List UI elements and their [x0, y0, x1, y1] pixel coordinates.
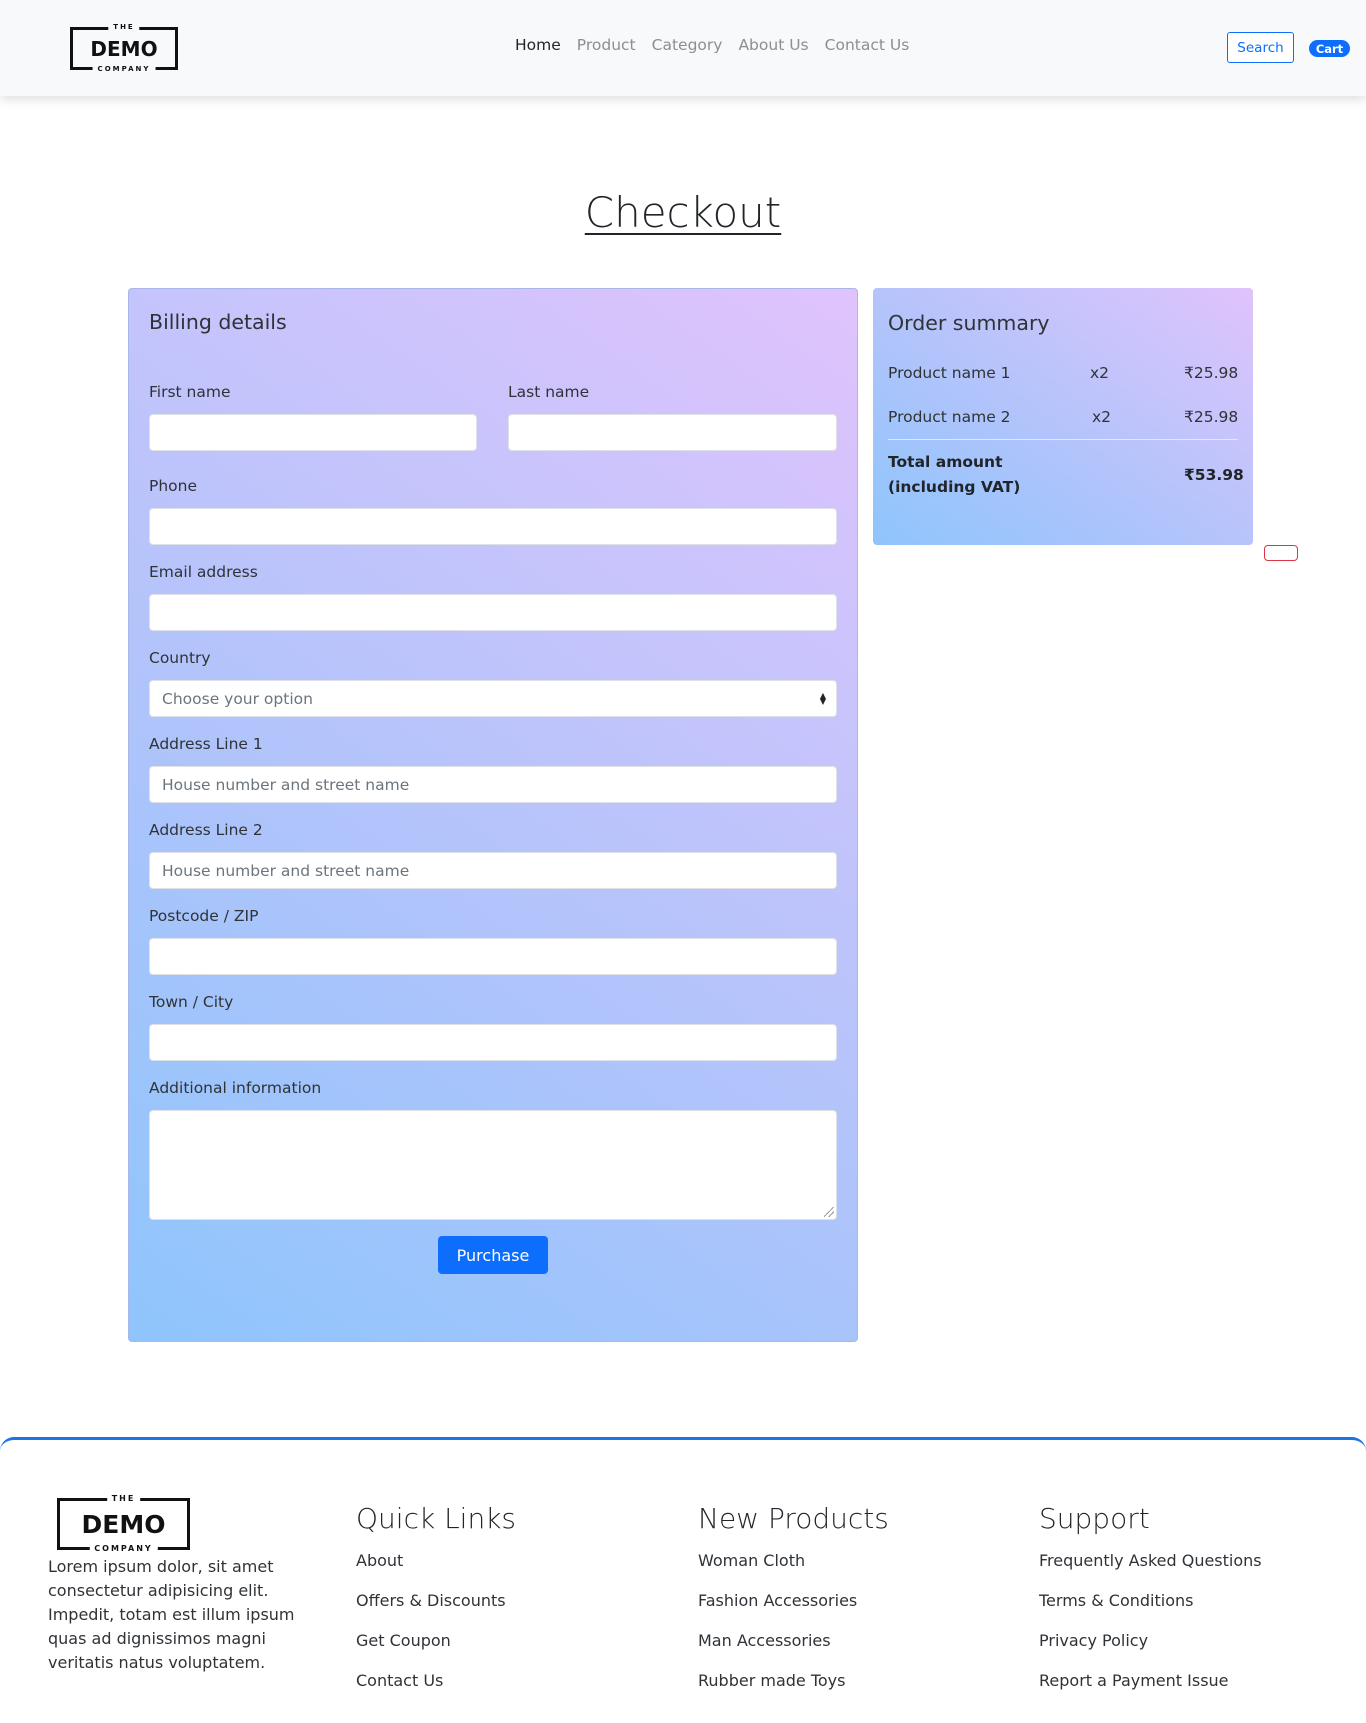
- phone-label: Phone: [149, 477, 198, 495]
- summary-item-name: Product name 2: [888, 408, 1011, 426]
- footer-link-privacy[interactable]: Privacy Policy: [1039, 1629, 1262, 1669]
- footer-new-products: New Products Woman Cloth Fashion Accesso…: [698, 1502, 889, 1709]
- nav-link-contact-us[interactable]: Contact Us: [817, 36, 918, 54]
- cart-button[interactable]: Cart: [1309, 40, 1350, 57]
- first-name-label: First name: [149, 383, 231, 401]
- billing-details-card: Billing details First name Last name Pho…: [128, 288, 858, 1342]
- footer-link-coupon[interactable]: Get Coupon: [356, 1629, 516, 1669]
- footer-logo-top-text: THE: [106, 1495, 141, 1503]
- footer-link-offers[interactable]: Offers & Discounts: [356, 1589, 516, 1629]
- footer-support-title: Support: [1039, 1502, 1150, 1535]
- select-updown-icon: ▲ ▼: [819, 690, 826, 706]
- footer-divider: [0, 1437, 1366, 1451]
- logo-bottom-text: COMPANY: [92, 66, 156, 73]
- main-nav: Home Product Category About Us Contact U…: [507, 36, 917, 54]
- footer-support: Support Frequently Asked Questions Terms…: [1039, 1502, 1262, 1709]
- phone-input[interactable]: [149, 508, 837, 545]
- total-amount-value: ₹53.98: [1184, 466, 1244, 484]
- address-line-2-input[interactable]: House number and street name: [149, 852, 837, 889]
- last-name-input[interactable]: [508, 414, 837, 451]
- first-name-input[interactable]: [149, 414, 477, 451]
- footer-quick-links-title: Quick Links: [356, 1502, 517, 1535]
- postcode-input[interactable]: [149, 938, 837, 975]
- footer-link-faq[interactable]: Frequently Asked Questions: [1039, 1549, 1262, 1589]
- last-name-label: Last name: [508, 383, 590, 401]
- empty-alert-outline: [1264, 545, 1298, 561]
- footer-link-payment-issue[interactable]: Report a Payment Issue: [1039, 1669, 1262, 1709]
- nav-link-about-us[interactable]: About Us: [730, 36, 816, 54]
- address-line-1-label: Address Line 1: [149, 735, 263, 753]
- footer-link-man-accessories[interactable]: Man Accessories: [698, 1629, 889, 1669]
- logo-main-text: DEMO: [90, 36, 158, 61]
- town-city-label: Town / City: [149, 993, 234, 1011]
- additional-info-textarea[interactable]: [149, 1110, 837, 1220]
- email-input[interactable]: [149, 594, 837, 631]
- summary-item-name: Product name 1: [888, 364, 1011, 382]
- summary-divider: [888, 439, 1238, 440]
- logo-top-text: THE: [108, 24, 140, 31]
- footer-link-contact[interactable]: Contact Us: [356, 1669, 516, 1709]
- footer-link-about[interactable]: About: [356, 1549, 516, 1589]
- footer-quick-links: Quick Links About Offers & Discounts Get…: [356, 1502, 516, 1709]
- summary-item-price: ₹25.98: [1184, 364, 1239, 382]
- resize-handle-icon[interactable]: [824, 1207, 834, 1217]
- nav-link-category[interactable]: Category: [644, 36, 731, 54]
- footer-logo-bottom-text: COMPANY: [89, 1545, 158, 1553]
- footer-new-products-title: New Products: [698, 1502, 889, 1535]
- footer-link-fashion-accessories[interactable]: Fashion Accessories: [698, 1589, 889, 1629]
- footer-description: Lorem ipsum dolor, sit amet consectetur …: [48, 1557, 295, 1672]
- navbar: THE DEMO COMPANY Home Product Category A…: [0, 0, 1366, 96]
- page-title: Checkout: [0, 188, 1366, 237]
- footer-link-woman-cloth[interactable]: Woman Cloth: [698, 1549, 889, 1589]
- country-selected-value: Choose your option: [162, 689, 313, 708]
- footer-link-toys[interactable]: Rubber made Toys: [698, 1669, 889, 1709]
- purchase-button[interactable]: Purchase: [438, 1236, 548, 1274]
- email-label: Email address: [149, 563, 258, 581]
- total-label-line-2: (including VAT): [888, 478, 1021, 496]
- footer-link-terms[interactable]: Terms & Conditions: [1039, 1589, 1262, 1629]
- nav-link-home[interactable]: Home: [507, 36, 569, 54]
- company-logo[interactable]: THE DEMO COMPANY: [70, 24, 178, 73]
- summary-item-qty: x2: [1092, 408, 1112, 426]
- town-city-input[interactable]: [149, 1024, 837, 1061]
- footer-logo[interactable]: THE DEMO COMPANY: [57, 1495, 190, 1553]
- postcode-label: Postcode / ZIP: [149, 907, 259, 925]
- order-summary-heading: Order summary: [888, 311, 1050, 335]
- address-line-2-label: Address Line 2: [149, 821, 263, 839]
- additional-info-label: Additional information: [149, 1079, 322, 1097]
- billing-heading: Billing details: [149, 310, 287, 334]
- nav-link-product[interactable]: Product: [569, 36, 644, 54]
- search-button[interactable]: Search: [1227, 32, 1294, 63]
- country-label: Country: [149, 649, 211, 667]
- address-line-1-input[interactable]: House number and street name: [149, 766, 837, 803]
- footer-logo-main-text: DEMO: [81, 1509, 166, 1539]
- address-line-1-placeholder: House number and street name: [162, 775, 410, 794]
- page-title-text: Checkout: [584, 188, 782, 237]
- address-line-2-placeholder: House number and street name: [162, 861, 410, 880]
- country-select[interactable]: Choose your option ▲ ▼: [149, 680, 837, 717]
- order-summary-card: Order summary Product name 1 x2 ₹25.98 P…: [873, 288, 1253, 545]
- summary-item-price: ₹25.98: [1184, 408, 1239, 426]
- total-label-line-1: Total amount: [888, 453, 1003, 471]
- summary-item-qty: x2: [1090, 364, 1110, 382]
